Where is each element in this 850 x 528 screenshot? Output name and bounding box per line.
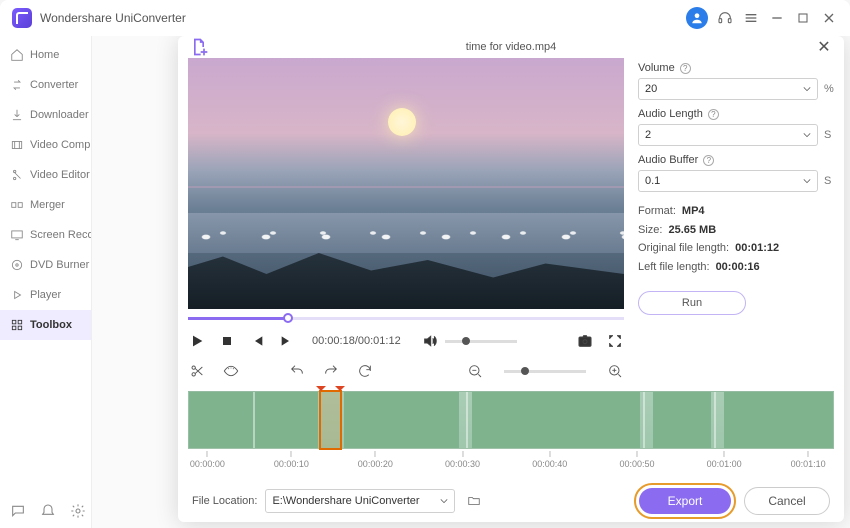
video-preview[interactable] (188, 58, 624, 309)
snapshot-button[interactable] (576, 332, 594, 350)
sidebar-item-label: Video Compressor (30, 139, 91, 151)
timeline-selection[interactable] (319, 390, 342, 450)
zoom-out-button[interactable] (466, 362, 484, 380)
volume-slider[interactable] (445, 340, 517, 343)
export-highlight: Export (634, 483, 736, 519)
sidebar-item-label: Player (30, 289, 61, 301)
main-area: tor$ dataetadata CD. time for video.mp4 … (92, 36, 850, 528)
size-label: Size: (638, 224, 662, 236)
zoom-in-button[interactable] (606, 362, 624, 380)
fullscreen-button[interactable] (606, 332, 624, 350)
sidebar-item-label: DVD Burner (30, 259, 89, 271)
left-length-value: 00:00:16 (716, 261, 760, 273)
app-logo-icon (12, 8, 32, 28)
stop-button[interactable] (218, 332, 236, 350)
dialog-title: time for video.mp4 (466, 41, 556, 53)
audio-length-label: Audio Length (638, 108, 703, 120)
sidebar-item-merger[interactable]: Merger (0, 190, 91, 220)
sidebar-item-label: Downloader (30, 109, 89, 121)
window-close-icon[interactable] (820, 9, 838, 27)
volume-select[interactable]: 20 (638, 78, 818, 100)
volume-label: Volume (638, 62, 675, 74)
audio-length-select[interactable]: 2 (638, 124, 818, 146)
run-button[interactable]: Run (638, 291, 746, 315)
sidebar-item-label: Screen Recorder (30, 229, 91, 241)
left-length-label: Left file length: (638, 261, 710, 273)
sidebar-item-video-compressor[interactable]: Video Compressor (0, 130, 91, 160)
settings-gear-icon[interactable] (70, 502, 86, 520)
help-icon[interactable]: ? (680, 63, 691, 74)
window-minimize-icon[interactable] (768, 9, 786, 27)
progress-slider[interactable] (188, 311, 624, 325)
volume-unit: % (824, 83, 834, 95)
titlebar: Wondershare UniConverter (0, 0, 850, 36)
sidebar-item-converter[interactable]: Converter (0, 70, 91, 100)
sidebar-item-label: Home (30, 49, 59, 61)
hamburger-menu-icon[interactable] (742, 9, 760, 27)
audio-buffer-label: Audio Buffer (638, 154, 698, 166)
file-location-select[interactable]: E:\Wondershare UniConverter (265, 489, 455, 513)
settings-panel: Volume? 20 % Audio Length? 2 S (638, 58, 834, 385)
sidebar-item-dvd-burner[interactable]: DVD Burner (0, 250, 91, 280)
format-value: MP4 (682, 205, 705, 217)
sidebar-item-screen-recorder[interactable]: Screen Recorder (0, 220, 91, 250)
eye-toggle-button[interactable] (222, 362, 240, 380)
sidebar-item-player[interactable]: Player (0, 280, 91, 310)
timeline[interactable] (188, 391, 834, 449)
size-value: 25.65 MB (668, 224, 716, 236)
volume-icon[interactable] (421, 332, 439, 350)
audio-buffer-unit: S (824, 175, 834, 187)
window-maximize-icon[interactable] (794, 9, 812, 27)
sidebar-item-label: Merger (30, 199, 65, 211)
sidebar-item-home[interactable]: Home (0, 40, 91, 70)
sidebar: Home Converter Downloader Video Compress… (0, 36, 92, 528)
sidebar-item-video-editor[interactable]: Video Editor (0, 160, 91, 190)
user-avatar-icon[interactable] (686, 7, 708, 29)
cancel-button[interactable]: Cancel (744, 487, 830, 515)
sidebar-item-label: Video Editor (30, 169, 90, 181)
play-button[interactable] (188, 332, 206, 350)
orig-length-label: Original file length: (638, 242, 729, 254)
sidebar-item-downloader[interactable]: Downloader (0, 100, 91, 130)
add-file-button[interactable] (188, 36, 210, 58)
time-readout: 00:00:18/00:01:12 (312, 335, 401, 347)
zoom-slider[interactable] (504, 370, 586, 373)
editor-dialog: time for video.mp4 ✕ (178, 36, 844, 522)
app-title: Wondershare UniConverter (40, 11, 678, 25)
file-location-label: File Location: (192, 495, 257, 507)
orig-length-value: 00:01:12 (735, 242, 779, 254)
audio-buffer-select[interactable]: 0.1 (638, 170, 818, 192)
refresh-button[interactable] (356, 362, 374, 380)
headset-icon[interactable] (716, 9, 734, 27)
audio-length-unit: S (824, 129, 834, 141)
bell-icon[interactable] (40, 502, 56, 520)
timeline-ruler: 00:00:00 00:00:10 00:00:20 00:00:30 00:0… (188, 451, 834, 473)
export-button[interactable]: Export (639, 488, 731, 514)
open-folder-button[interactable] (463, 490, 485, 512)
sidebar-item-label: Converter (30, 79, 78, 91)
prev-frame-button[interactable] (248, 332, 266, 350)
sidebar-item-label: Toolbox (30, 319, 72, 331)
dialog-close-button[interactable]: ✕ (814, 37, 834, 57)
redo-button[interactable] (322, 362, 340, 380)
help-icon[interactable]: ? (703, 155, 714, 166)
feedback-icon[interactable] (10, 502, 26, 520)
format-label: Format: (638, 205, 676, 217)
cut-tool-button[interactable] (188, 362, 206, 380)
next-frame-button[interactable] (278, 332, 296, 350)
undo-button[interactable] (288, 362, 306, 380)
sidebar-item-toolbox[interactable]: Toolbox (0, 310, 91, 340)
help-icon[interactable]: ? (708, 109, 719, 120)
